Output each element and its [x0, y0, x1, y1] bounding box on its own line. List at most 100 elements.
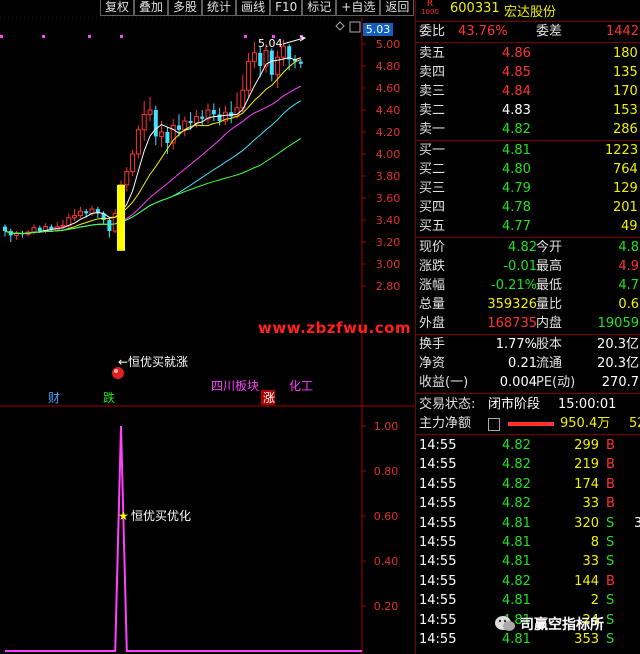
event-tag[interactable]: 涨 — [263, 390, 275, 405]
candle-body[interactable] — [124, 171, 130, 186]
toolbar-button-5[interactable]: F10 — [270, 0, 303, 16]
trade-side: S — [606, 632, 615, 647]
trade-time: 14:55 — [419, 612, 457, 628]
candle-body[interactable] — [177, 125, 181, 130]
candle-body[interactable] — [251, 52, 257, 63]
bid-row[interactable]: 买五 4.77 49 — [416, 217, 640, 236]
bid-label: 买一 — [419, 143, 446, 158]
stat-row: 净资 0.21 流通 20.3亿 — [416, 354, 640, 373]
stock-code: 600331 — [450, 1, 500, 16]
candle-body[interactable] — [130, 153, 136, 173]
candle-body[interactable] — [211, 110, 216, 115]
trade-row[interactable]: 14:55 4.82 174 B — [416, 476, 640, 494]
candle-body[interactable] — [200, 116, 205, 119]
toolbar-button-6[interactable]: 标记 — [302, 0, 337, 16]
trade-row[interactable]: 14:55 4.82 33 B — [416, 495, 640, 513]
candle-body[interactable] — [107, 220, 112, 231]
trade-time: 14:55 — [419, 535, 457, 550]
candle-body[interactable] — [217, 114, 222, 121]
toolbar-button-0[interactable]: 复权 — [100, 0, 135, 16]
main-flow-row[interactable]: 主力净额 950.4万 52 — [416, 414, 640, 433]
candle-body[interactable] — [135, 129, 141, 155]
trade-row[interactable]: 14:55 4.81 2 S — [416, 592, 640, 610]
ask-row[interactable]: 卖四 4.85 135 — [416, 63, 640, 82]
trade-volume: 2 — [590, 593, 599, 609]
toolbar-button-7[interactable]: +自选 — [336, 0, 381, 16]
ask-volume: 170 — [613, 84, 638, 99]
candle-body[interactable] — [60, 225, 66, 228]
candle-body[interactable] — [188, 121, 193, 124]
indicator-tick-label: 0.20 — [374, 600, 399, 613]
ask-label: 卖二 — [419, 103, 446, 118]
bid-row[interactable]: 买三 4.79 129 — [416, 179, 640, 198]
candle-body[interactable] — [37, 227, 42, 231]
stat-label: 换手 — [419, 337, 446, 352]
candle-body[interactable] — [3, 226, 7, 231]
stat-label: 流通 — [536, 356, 563, 371]
trade-side: B — [606, 457, 615, 473]
trade-row[interactable]: 14:55 4.82 219 B — [416, 456, 640, 474]
price-tick-label: 5.00 — [376, 38, 401, 51]
candle-body[interactable] — [153, 110, 158, 137]
candle-body[interactable] — [77, 210, 83, 217]
candle-body[interactable] — [141, 113, 147, 131]
candle-body[interactable] — [165, 132, 170, 143]
trade-row[interactable]: 14:55 4.81 33 S — [416, 553, 640, 571]
price-tick-label: 3.80 — [376, 170, 401, 183]
ask-label: 卖五 — [419, 46, 446, 61]
candle-body[interactable] — [147, 109, 153, 115]
toolbar-button-3[interactable]: 统计 — [202, 0, 237, 16]
ask-row[interactable]: 卖二 4.83 153 — [416, 101, 640, 120]
trade-row[interactable]: 14:55 4.81 8 S — [416, 534, 640, 552]
bid-row[interactable]: 买一 4.81 1223 — [416, 141, 640, 160]
stat-value: 19059 — [597, 316, 639, 331]
event-tag[interactable]: 化工 — [289, 379, 313, 393]
list-icon[interactable] — [488, 418, 500, 431]
event-dot — [42, 35, 45, 38]
signal-ball-shine — [114, 369, 118, 373]
trade-side: S — [606, 515, 615, 531]
bid-row[interactable]: 买二 4.80 764 — [416, 160, 640, 179]
trade-time: 14:55 — [419, 438, 457, 453]
candle-body[interactable] — [84, 211, 89, 214]
candle-body[interactable] — [159, 131, 165, 137]
trade-side: S — [606, 612, 615, 628]
toolbar-button-1[interactable]: 叠加 — [134, 0, 169, 16]
trade-volume: 144 — [574, 573, 599, 589]
status-time: 15:00:01 — [558, 397, 617, 412]
stat-value: 4.9 — [618, 259, 639, 274]
ask-row[interactable]: 卖三 4.84 170 — [416, 82, 640, 101]
ask-row[interactable]: 卖一 4.82 286 — [416, 120, 640, 139]
trade-row[interactable]: 14:55 4.81 320 S 3 — [416, 515, 640, 533]
ask-volume: 135 — [613, 65, 638, 80]
stat-value: 20.3亿 — [597, 337, 639, 352]
bid-label: 买四 — [419, 200, 446, 215]
status-label: 交易状态: — [419, 397, 476, 412]
toolbar-button-4[interactable]: 画线 — [236, 0, 271, 16]
trade-time: 14:55 — [419, 632, 457, 647]
bid-row[interactable]: 买四 4.78 201 — [416, 198, 640, 217]
bid-price: 4.78 — [502, 200, 531, 215]
event-tag[interactable]: 跌 — [103, 390, 115, 405]
trade-row[interactable]: 14:55 4.82 144 B — [416, 573, 640, 591]
toolbar-button-8[interactable]: 返回 — [380, 0, 415, 16]
candle-body[interactable] — [72, 215, 78, 219]
candle-body[interactable] — [240, 89, 246, 109]
event-tag[interactable]: 四川板块 — [211, 379, 259, 393]
candle-body[interactable] — [246, 61, 252, 91]
candle-body[interactable] — [193, 116, 199, 124]
kline-chart-area[interactable]: 5.00 4.80 4.60 4.40 4.20 4.00 3.80 3.60 3.40 3.20… — [0, 0, 414, 654]
bid-label: 买三 — [419, 181, 446, 196]
candle-body[interactable] — [269, 50, 274, 75]
candle-body[interactable] — [31, 227, 37, 233]
stat-value: 4.8 — [618, 240, 639, 255]
stat-value: 359326 — [487, 297, 537, 312]
candle-body[interactable] — [298, 61, 303, 64]
ask-row[interactable]: 卖五 4.86 180 — [416, 44, 640, 63]
trade-time: 14:55 — [419, 554, 457, 570]
toolbar-button-2[interactable]: 多股 — [168, 0, 203, 16]
trade-row[interactable]: 14:55 4.82 299 B — [416, 437, 640, 455]
candle-body[interactable] — [258, 52, 263, 66]
bid-volume: 49 — [621, 219, 638, 234]
event-tag[interactable]: 财 — [48, 391, 60, 405]
